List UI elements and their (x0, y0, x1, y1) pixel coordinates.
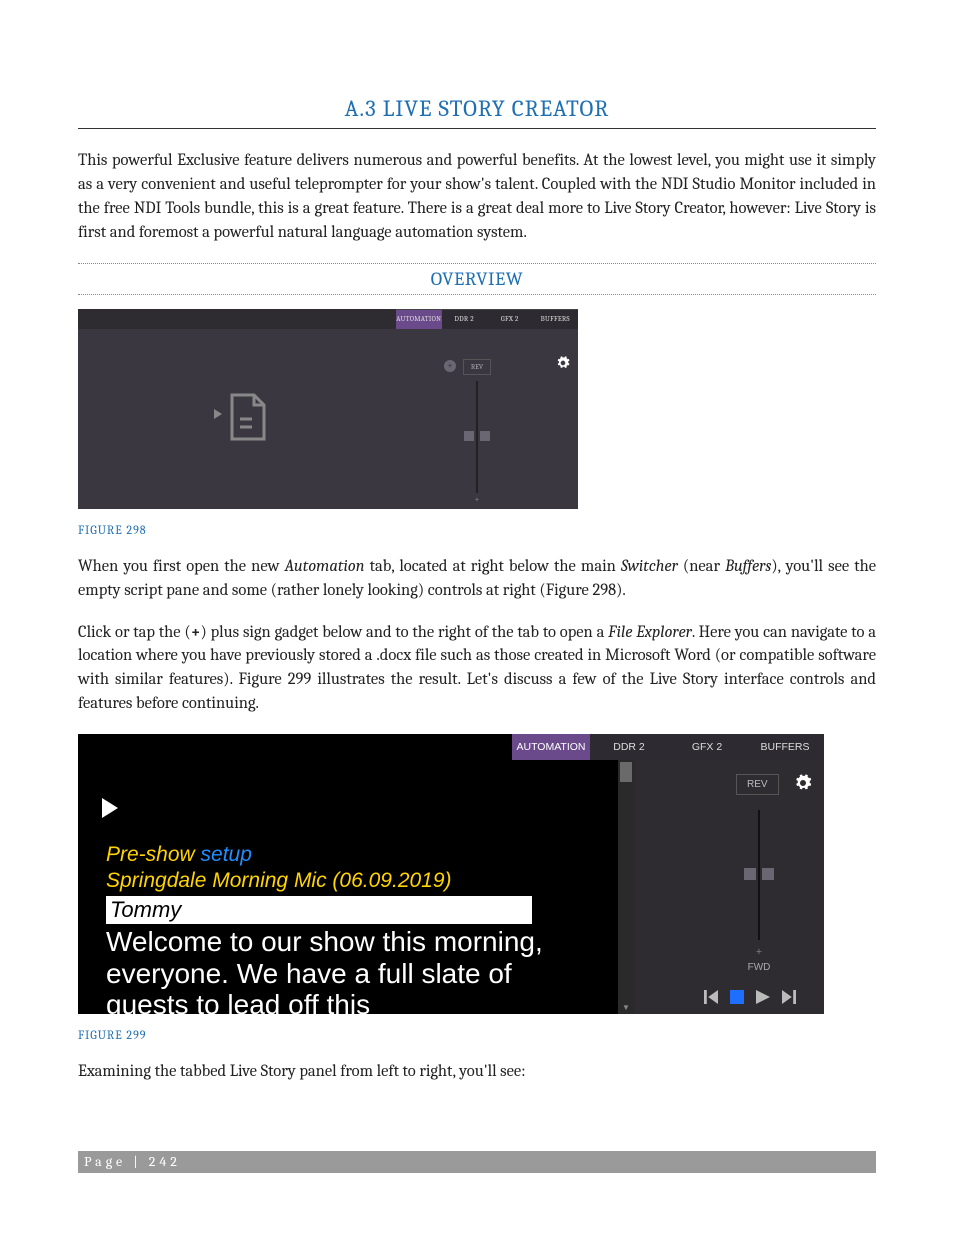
tab-automation[interactable]: AUTOMATION (512, 734, 590, 760)
skip-prev-icon[interactable] (704, 990, 718, 1004)
intro-paragraph: This powerful Exclusive feature delivers… (78, 149, 876, 245)
empty-doc-icon (228, 393, 268, 445)
figure-298: AUTOMATION DDR 2 GFX 2 BUFFERS + REV (78, 309, 578, 509)
paragraph-2: When you first open the new Automation t… (78, 555, 876, 603)
speed-slider[interactable] (476, 381, 478, 493)
gear-icon[interactable] (794, 774, 812, 796)
tab-gfx2[interactable]: GFX 2 (668, 734, 746, 760)
gear-icon[interactable] (556, 356, 570, 374)
figure-298-caption: FIGURE 298 (78, 523, 876, 537)
figure-299-caption: FIGURE 299 (78, 1028, 876, 1042)
tab-buffers[interactable]: BUFFERS (746, 734, 824, 760)
section-title: A.3 LIVE STORY CREATOR (78, 95, 876, 129)
scrollbar[interactable]: ▼ (618, 760, 634, 1014)
plus-icon[interactable]: + (724, 944, 794, 958)
closing-paragraph: Examining the tabbed Live Story panel fr… (78, 1060, 876, 1084)
script-line-preshow: Pre-show setup (106, 843, 618, 867)
stop-icon[interactable] (730, 990, 744, 1004)
script-body: Welcome to our show this morning, everyo… (106, 926, 546, 1014)
plus-icon[interactable]: + (442, 495, 512, 505)
tab-ddr2[interactable]: DDR 2 (590, 734, 668, 760)
script-line-title: Springdale Morning Mic (06.09.2019) (106, 869, 618, 893)
page-footer: Page | 242 (78, 1151, 876, 1173)
play-icon[interactable] (756, 990, 770, 1004)
overview-heading: OVERVIEW (78, 263, 876, 295)
rev-label: REV (463, 359, 491, 375)
fwd-label: FWD (724, 962, 794, 973)
play-icon[interactable] (102, 798, 618, 823)
paragraph-3: Click or tap the (+) plus sign gadget be… (78, 621, 876, 717)
rev-label: REV (736, 774, 779, 795)
speed-slider[interactable] (758, 810, 760, 940)
skip-next-icon[interactable] (782, 990, 796, 1004)
tab-automation[interactable]: AUTOMATION (396, 309, 442, 329)
figure-299: AUTOMATION DDR 2 GFX 2 BUFFERS Pre-show … (78, 734, 824, 1014)
script-speaker-box: Tommy (106, 896, 532, 924)
tab-ddr2[interactable]: DDR 2 (442, 309, 488, 329)
tab-gfx2[interactable]: GFX 2 (487, 309, 533, 329)
script-pane: Pre-show setup Springdale Morning Mic (0… (78, 760, 618, 1014)
tab-buffers[interactable]: BUFFERS (533, 309, 579, 329)
